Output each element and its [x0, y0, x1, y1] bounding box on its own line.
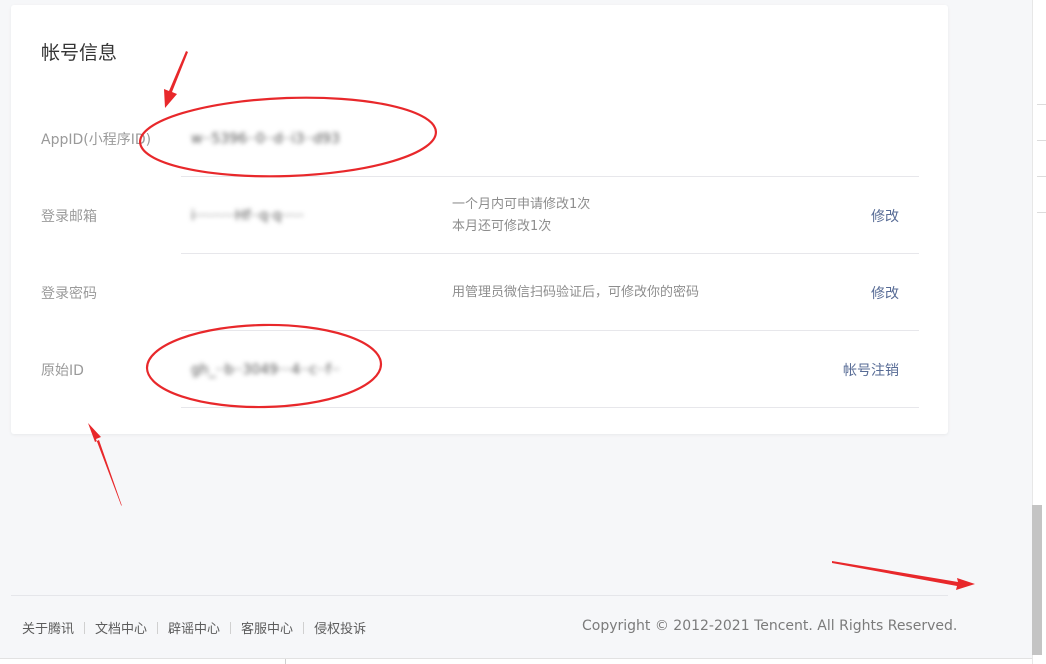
password-desc-line: 用管理员微信扫码验证后，可修改你的密码: [452, 284, 700, 300]
modify-email-link[interactable]: 修改: [871, 206, 899, 226]
bottom-strip: [0, 658, 1032, 664]
footer-divider: [11, 595, 948, 596]
appid-row: AppID(小程序ID) w··5396··0··d··i3··d93: [11, 100, 948, 177]
original-id-label: 原始ID: [41, 362, 84, 379]
footer-links: 关于腾讯 文档中心 辟谣中心 客服中心 侵权投诉: [22, 618, 366, 637]
footer-separator: [84, 621, 86, 634]
email-desc-line-1: 一个月内可申请修改1次: [452, 196, 591, 212]
login-email-value: i·········Hf··q·q·····: [191, 207, 304, 224]
footer-link-docs[interactable]: 文档中心: [95, 618, 147, 637]
original-id-row: 原始ID gh_··b··3049···4··c··f·· 帐号注销: [11, 331, 948, 408]
modify-password-link[interactable]: 修改: [871, 283, 899, 303]
login-password-desc: 用管理员微信扫码验证后，可修改你的密码: [452, 282, 699, 304]
footer-separator: [303, 621, 305, 634]
login-password-row: 登录密码 用管理员微信扫码验证后，可修改你的密码 修改: [11, 254, 948, 331]
footer-separator: [157, 621, 159, 634]
login-email-desc: 一个月内可申请修改1次 本月还可修改1次: [452, 194, 590, 238]
login-email-label: 登录邮箱: [41, 208, 97, 225]
copyright-text: Copyright © 2012-2021 Tencent. All Right…: [582, 618, 958, 634]
footer-link-service[interactable]: 客服中心: [241, 618, 293, 637]
login-password-label: 登录密码: [41, 285, 97, 302]
footer-link-infringement[interactable]: 侵权投诉: [314, 618, 366, 637]
card-title: 帐号信息: [41, 42, 118, 64]
footer-link-about[interactable]: 关于腾讯: [22, 618, 74, 637]
appid-value: w··5396··0··d··i3··d93: [191, 130, 340, 147]
annotation-arrow-3: [832, 561, 975, 590]
appid-label: AppID(小程序ID): [41, 131, 152, 148]
scrollbar-thumb[interactable]: [1032, 505, 1042, 655]
footer-link-rumor[interactable]: 辟谣中心: [168, 618, 220, 637]
email-desc-line-2: 本月还可修改1次: [452, 218, 552, 234]
row-divider: [181, 407, 919, 408]
original-id-value: gh_··b··3049···4··c··f··: [191, 361, 340, 378]
footer-separator: [230, 621, 232, 634]
annotation-arrow-2: [88, 423, 122, 506]
login-email-row: 登录邮箱 i·········Hf··q·q····· 一个月内可申请修改1次 …: [11, 177, 948, 254]
account-settings-page: 帐号信息 AppID(小程序ID) w··5396··0··d··i3··d93…: [0, 0, 1046, 664]
account-cancel-link[interactable]: 帐号注销: [843, 360, 899, 380]
account-info-card: 帐号信息 AppID(小程序ID) w··5396··0··d··i3··d93…: [11, 5, 948, 434]
